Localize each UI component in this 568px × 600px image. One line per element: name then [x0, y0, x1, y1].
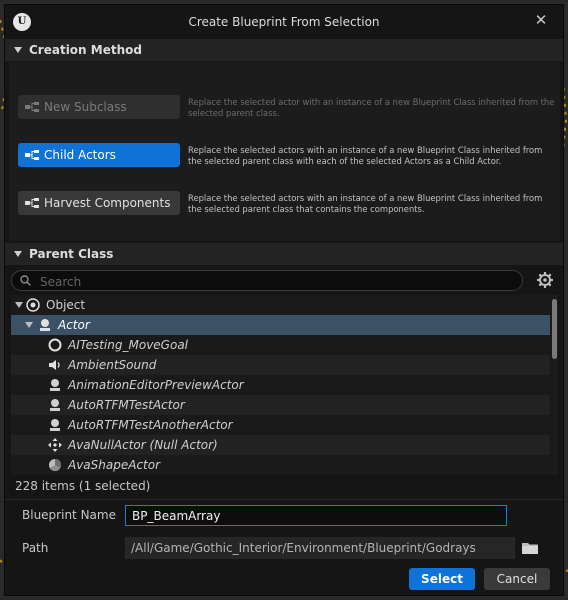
folder-icon[interactable]	[522, 541, 538, 554]
close-button[interactable]: ✕	[531, 10, 551, 30]
speaker-icon	[49, 360, 60, 370]
path-label: Path	[22, 541, 49, 555]
tree-row-animationeditorpreviewactor[interactable]: AnimationEditorPreviewActor	[11, 375, 550, 395]
divider	[5, 499, 563, 500]
tree-row-autortfmtestactor[interactable]: AutoRTFMTestActor	[11, 395, 550, 415]
class-hierarchy-icon	[25, 102, 39, 112]
class-hierarchy-icon	[25, 150, 39, 160]
select-button[interactable]: Select	[409, 568, 475, 590]
tree-row-label: Object	[46, 298, 86, 312]
harvest-components-button[interactable]: Harvest Components	[18, 191, 180, 215]
title-bar: U Create Blueprint From Selection ✕	[5, 5, 563, 39]
tree-row-actor[interactable]: Actor	[11, 315, 550, 335]
cancel-button[interactable]: Cancel	[484, 568, 550, 590]
harvest-components-label: Harvest Components	[44, 196, 171, 210]
tree-row-label: AutoRTFMTestActor	[68, 398, 185, 412]
child-actors-label: Child Actors	[44, 148, 116, 162]
new-subclass-button[interactable]: New Subclass	[18, 95, 180, 119]
shape-icon	[49, 459, 62, 472]
search-icon	[20, 275, 31, 286]
tree-row-avashapeactor[interactable]: AvaShapeActor	[11, 455, 550, 475]
class-search-box	[11, 270, 523, 291]
object-icon	[26, 298, 40, 312]
harvest-components-description: Replace the selected actors with an inst…	[188, 193, 543, 214]
parent-class-header-label: Parent Class	[29, 247, 114, 261]
class-tree-scrollbar[interactable]	[551, 295, 558, 475]
move-icon	[48, 438, 62, 452]
collapse-caret-icon	[14, 47, 22, 53]
class-search-row	[11, 270, 557, 292]
tree-row-avanullactor[interactable]: AvaNullActor (Null Actor)	[11, 435, 550, 455]
creation-method-header[interactable]: Creation Method	[5, 39, 563, 61]
scrollbar-thumb[interactable]	[552, 299, 557, 359]
tree-row-ambientsound[interactable]: AmbientSound	[11, 355, 550, 375]
gear-icon[interactable]	[536, 271, 554, 289]
tree-row-label: AnimationEditorPreviewActor	[68, 378, 244, 392]
blueprint-name-input[interactable]	[125, 505, 507, 526]
blueprint-name-label: Blueprint Name	[22, 508, 116, 522]
create-blueprint-dialog: U Create Blueprint From Selection ✕ Crea…	[4, 4, 564, 596]
tree-row-object[interactable]: Object	[11, 295, 550, 315]
creation-method-panel: New Subclass Replace the selected actor …	[9, 62, 560, 241]
actor-icon	[40, 319, 50, 331]
actor-icon	[50, 399, 60, 411]
expand-caret-icon[interactable]	[25, 322, 33, 328]
tree-row-label: AvaShapeActor	[68, 458, 161, 472]
tree-row-label: AITesting_MoveGoal	[68, 338, 188, 352]
ring-icon	[48, 338, 62, 352]
class-hierarchy-icon	[25, 198, 39, 208]
new-subclass-label: New Subclass	[44, 100, 127, 114]
tree-row-label: AutoRTFMTestAnotherActor	[68, 418, 233, 432]
tree-row-label: Actor	[58, 318, 90, 332]
class-tree: Object Actor AITesting_MoveGoal AmbientS…	[11, 295, 550, 475]
tree-row-label: AvaNullActor (Null Actor)	[68, 438, 218, 452]
tree-row-label: AmbientSound	[68, 358, 157, 372]
path-field[interactable]: /All/Game/Gothic_Interior/Environment/Bl…	[125, 537, 515, 559]
actor-icon	[50, 379, 60, 391]
tree-row-autortfmtestanotheractor[interactable]: AutoRTFMTestAnotherActor	[11, 415, 550, 435]
items-count-status: 228 items (1 selected)	[15, 479, 151, 493]
actor-icon	[50, 419, 60, 431]
new-subclass-description: Replace the selected actor with an insta…	[188, 97, 555, 118]
expand-caret-icon[interactable]	[15, 302, 23, 308]
child-actors-button[interactable]: Child Actors	[18, 143, 180, 167]
class-search-input[interactable]	[38, 272, 512, 291]
collapse-caret-icon	[14, 251, 22, 257]
tree-row-aitesting-movegoal[interactable]: AITesting_MoveGoal	[11, 335, 550, 355]
child-actors-description: Replace the selected actors with an inst…	[188, 145, 543, 166]
dialog-title: Create Blueprint From Selection	[188, 15, 380, 29]
parent-class-header[interactable]: Parent Class	[5, 243, 563, 265]
creation-method-header-label: Creation Method	[29, 43, 142, 57]
